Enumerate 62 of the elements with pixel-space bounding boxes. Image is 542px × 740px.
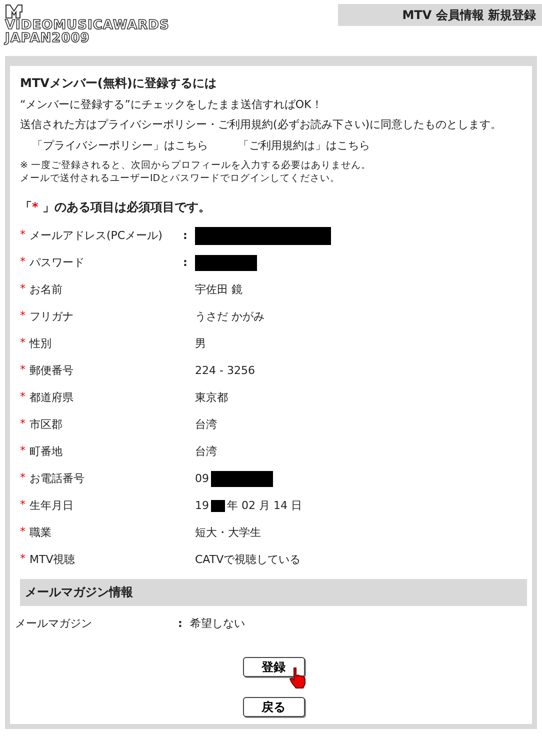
field-label: メールアドレス(PCメール)	[30, 228, 162, 243]
colon: :	[183, 229, 188, 242]
colon: :	[178, 617, 184, 630]
required-asterisk: *	[20, 309, 26, 324]
policy-link[interactable]: 「プライバシーポリシー」はこちら	[32, 138, 208, 153]
required-asterisk: *	[20, 336, 26, 351]
page-title: MTV 会員情報 新規登録	[338, 4, 542, 26]
intro-text: “メンバーに登録する”にチェックをしたまま送信すればOK！	[20, 97, 324, 112]
field-label: メールマガジン	[15, 616, 93, 631]
required-asterisk: *	[20, 390, 26, 405]
colon: :	[183, 256, 188, 269]
submit-button[interactable]: 登録	[242, 657, 304, 677]
intro-text: 送信された方はプライバシーポリシー・ご利用規約(必ずお読み下さい)に同意したものとします。	[20, 117, 503, 132]
required-notice: 「* 」のある項目は必須項目です。	[20, 199, 212, 216]
logo-text: JAPAN2009	[5, 32, 90, 45]
field-label: 都道府県	[30, 390, 74, 405]
field-label: MTV視聴	[30, 552, 76, 567]
field-value: 台湾	[195, 444, 217, 459]
policy-link[interactable]: 「ご利用規約は」はこちら	[238, 138, 370, 153]
required-asterisk: *	[20, 255, 26, 270]
field-value: 短大・大学生	[195, 525, 261, 540]
field-label: お電話番号	[30, 471, 84, 486]
required-asterisk: *	[20, 498, 26, 513]
field-label: 性別	[30, 336, 52, 351]
required-asterisk: *	[20, 363, 26, 378]
required-asterisk: *	[20, 282, 26, 297]
hand-cursor-icon	[288, 667, 306, 689]
note-text: メールで送付されるユーザーIDとパスワードでログインしてください。	[20, 172, 342, 185]
intro-title: MTVメンバー(無料)に登録するには	[20, 75, 218, 92]
field-label: フリガナ	[30, 309, 74, 324]
required-asterisk: *	[20, 444, 26, 459]
redaction-bar	[211, 500, 225, 512]
field-value: 09	[195, 472, 209, 485]
field-value: 希望しない	[190, 616, 245, 631]
field-label: 職業	[30, 525, 52, 540]
required-asterisk: *	[20, 552, 26, 567]
section-header: メールマガジン情報	[20, 579, 527, 606]
field-value: 19	[195, 499, 209, 512]
field-value: 東京都	[195, 390, 228, 405]
field-value: 台湾	[195, 417, 217, 432]
field-value: うさだ かがみ	[195, 309, 264, 324]
required-asterisk: *	[20, 525, 26, 540]
field-value: 男	[195, 336, 206, 351]
field-value: 224 - 3256	[195, 364, 255, 377]
submit-button[interactable]: 戻る	[242, 697, 304, 717]
required-asterisk: *	[20, 417, 26, 432]
mtv-logo-icon	[5, 3, 25, 19]
field-value: CATVで視聴している	[195, 552, 301, 567]
field-value: 宇佐田 鏡	[195, 282, 242, 297]
redaction-bar	[195, 254, 257, 270]
field-label: 市区郡	[30, 417, 62, 432]
required-asterisk: *	[20, 471, 26, 486]
field-value: 年 02 月 14 日	[227, 498, 302, 513]
required-asterisk: *	[20, 228, 26, 243]
logo-text: VIDEOMUSICAWARDS	[5, 19, 170, 32]
field-label: お名前	[30, 282, 62, 297]
field-label: 生年月日	[30, 498, 74, 513]
field-label: パスワード	[30, 255, 84, 270]
field-label: 町番地	[30, 444, 62, 459]
field-label: 郵便番号	[30, 363, 74, 378]
note-text: ※ 一度ご登録されると、次回からプロフィールを入力する必要はありません。	[20, 159, 372, 172]
redaction-bar	[211, 470, 273, 486]
